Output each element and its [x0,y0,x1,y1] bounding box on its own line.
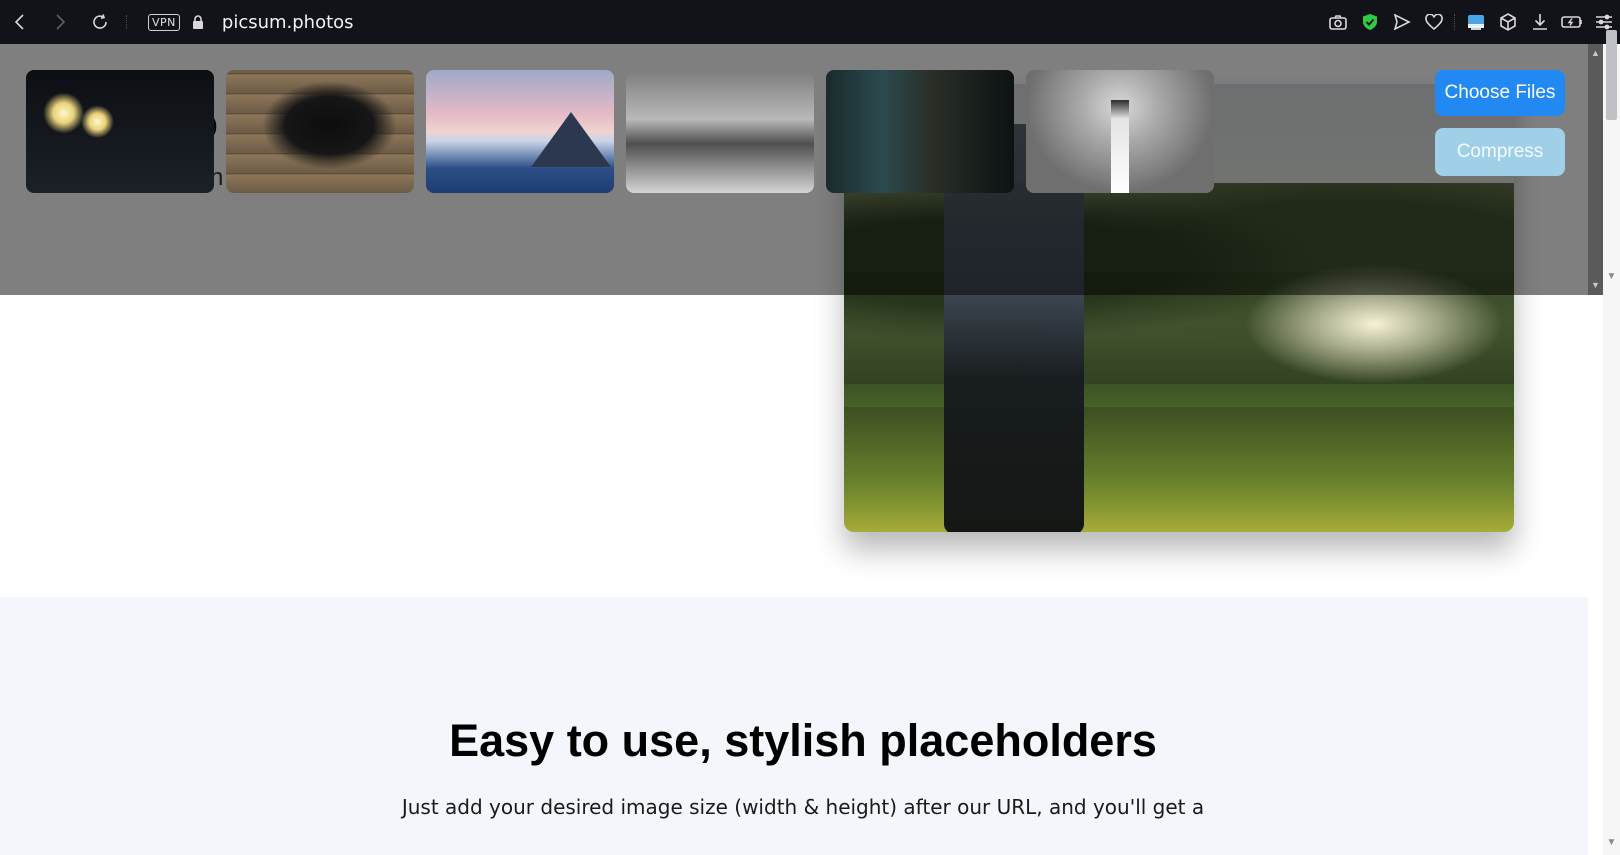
toolbar-divider [1454,14,1456,30]
page-scroll-down-icon[interactable]: ▼ [1603,271,1620,282]
camera-icon[interactable] [1322,0,1354,44]
reload-icon[interactable] [80,0,120,44]
heart-icon[interactable] [1418,0,1450,44]
lock-icon[interactable] [192,14,204,30]
choose-files-button[interactable]: Choose Files [1435,70,1565,116]
thumbnail-black-dog[interactable] [226,70,414,193]
extension-icon[interactable] [1460,0,1492,44]
page-scrollbar[interactable]: ▲ ▼ ▼ [1603,44,1620,855]
thumbnail-strip [26,70,1214,193]
section-title: Easy to use, stylish placeholders [449,715,1157,766]
page-scroll-bottom-icon[interactable]: ▼ [1603,837,1620,848]
shield-icon[interactable] [1354,0,1386,44]
address-bar[interactable]: picsum.photos [222,12,354,33]
overlay-scrollbar[interactable] [1588,44,1603,295]
download-icon[interactable] [1524,0,1556,44]
upload-overlay: Choose Files Compress [0,44,1588,295]
thumbnail-street-lamps[interactable] [26,70,214,193]
thumbnail-coffee[interactable] [826,70,1014,193]
cube-icon[interactable] [1492,0,1524,44]
back-icon[interactable] [0,0,40,44]
send-icon[interactable] [1386,0,1418,44]
toolbar-divider [126,15,128,29]
page-content: o c n nc Choose Files Compress ▲ ▼ Easy … [0,44,1603,855]
vpn-badge[interactable]: VPN [148,13,180,31]
scroll-up-icon[interactable]: ▲ [1588,46,1603,60]
thumbnail-lighthouse[interactable] [1026,70,1214,193]
compress-button[interactable]: Compress [1435,128,1565,176]
page-scroll-thumb[interactable] [1606,30,1617,120]
features-section: Easy to use, stylish placeholders Just a… [0,597,1588,855]
forward-icon[interactable] [40,0,80,44]
thumbnail-walruses[interactable] [626,70,814,193]
scroll-down-icon[interactable]: ▼ [1588,278,1603,292]
thumbnail-mountain[interactable] [426,70,614,193]
section-description: Just add your desired image size (width … [401,795,1205,819]
battery-icon[interactable] [1556,0,1588,44]
browser-toolbar: VPN picsum.photos [0,0,1620,44]
